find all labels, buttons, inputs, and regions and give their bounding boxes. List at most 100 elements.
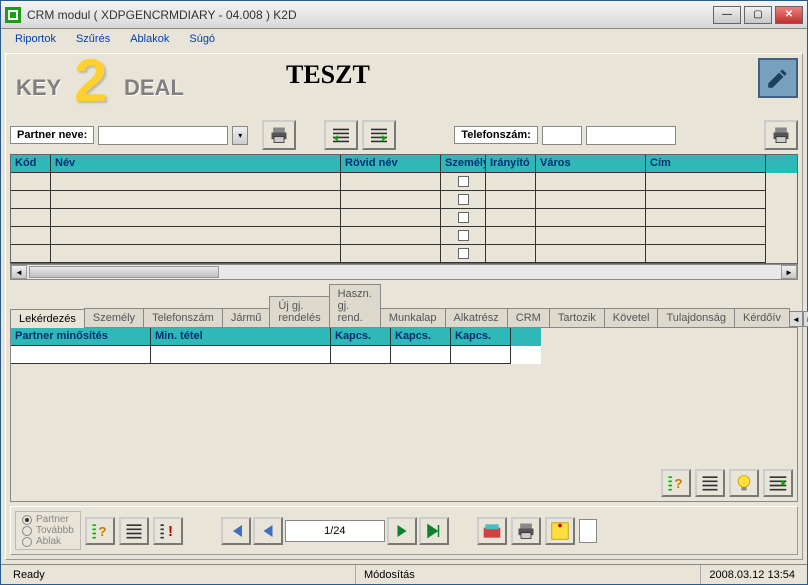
- grid-col-header[interactable]: Város: [536, 155, 646, 173]
- scroll-left-icon[interactable]: ◄: [11, 265, 27, 279]
- pager-next-button[interactable]: [387, 517, 417, 545]
- grid-cell[interactable]: [341, 191, 441, 209]
- grid-cell[interactable]: [441, 227, 486, 245]
- tab-szem-ly[interactable]: Személy: [84, 308, 144, 327]
- tab-crm[interactable]: CRM: [507, 308, 550, 327]
- checkbox[interactable]: [458, 194, 469, 205]
- grid-cell[interactable]: [441, 173, 486, 191]
- grid-cell[interactable]: [441, 191, 486, 209]
- idea-button[interactable]: [729, 469, 759, 497]
- tab-tulajdons-g[interactable]: Tulajdonság: [657, 308, 735, 327]
- grid-row[interactable]: [11, 245, 797, 263]
- grid-cell[interactable]: [646, 209, 766, 227]
- grid-cell[interactable]: [536, 191, 646, 209]
- grid-cell[interactable]: [11, 209, 51, 227]
- grid-cell[interactable]: [646, 191, 766, 209]
- scroll-right-icon[interactable]: ►: [781, 265, 797, 279]
- footer-small-input[interactable]: [579, 519, 597, 543]
- subgrid-cell[interactable]: [391, 346, 451, 364]
- grid-cell[interactable]: [441, 209, 486, 227]
- tab-munkalap[interactable]: Munkalap: [380, 308, 446, 327]
- footer-folder-button[interactable]: [477, 517, 507, 545]
- grid-cell[interactable]: [486, 227, 536, 245]
- grid-cell[interactable]: [11, 245, 51, 263]
- grid-cell[interactable]: [536, 245, 646, 263]
- menu-ablakok[interactable]: Ablakok: [122, 31, 177, 47]
- tab-telefonsz-m[interactable]: Telefonszám: [143, 308, 223, 327]
- tab-j-rm-[interactable]: Jármű: [222, 308, 271, 327]
- grid-cell[interactable]: [51, 245, 341, 263]
- grid-row[interactable]: [11, 191, 797, 209]
- checkbox[interactable]: [458, 230, 469, 241]
- pager-first-button[interactable]: [221, 517, 251, 545]
- grid-row[interactable]: [11, 209, 797, 227]
- subgrid-cell[interactable]: [11, 346, 151, 364]
- footer-alert-button[interactable]: !: [153, 517, 183, 545]
- maximize-button[interactable]: ▢: [744, 6, 772, 24]
- grid-row[interactable]: [11, 173, 797, 191]
- subgrid-col-header[interactable]: Kapcs.: [331, 328, 391, 346]
- grid-col-header[interactable]: Személy: [441, 155, 486, 173]
- export-right-button[interactable]: [763, 469, 793, 497]
- grid-cell[interactable]: [441, 245, 486, 263]
- grid-cell[interactable]: [536, 209, 646, 227]
- checkbox[interactable]: [458, 212, 469, 223]
- partner-name-input[interactable]: [98, 126, 228, 145]
- grid-cell[interactable]: [11, 227, 51, 245]
- grid-col-header[interactable]: Kód: [11, 155, 51, 173]
- tab-k-rd-v[interactable]: Kérdőív: [734, 308, 790, 327]
- grid-cell[interactable]: [51, 173, 341, 191]
- tab-scroll-right[interactable]: ►: [803, 311, 808, 327]
- list-button[interactable]: [695, 469, 725, 497]
- subgrid-col-header[interactable]: Min. tétel: [151, 328, 331, 346]
- grid-cell[interactable]: [341, 173, 441, 191]
- telefon-input-1[interactable]: [542, 126, 582, 145]
- pager-prev-button[interactable]: [253, 517, 283, 545]
- grid-cell[interactable]: [51, 227, 341, 245]
- subgrid-col-header[interactable]: Partner minősítés: [11, 328, 151, 346]
- subgrid-cell[interactable]: [331, 346, 391, 364]
- menu-sugo[interactable]: Súgó: [181, 31, 223, 47]
- sort-right-button[interactable]: [362, 120, 396, 150]
- subgrid-cell[interactable]: [151, 346, 331, 364]
- grid-col-header[interactable]: Rövid név: [341, 155, 441, 173]
- grid-cell[interactable]: [646, 173, 766, 191]
- grid-cell[interactable]: [536, 173, 646, 191]
- grid-col-header[interactable]: Irányító: [486, 155, 536, 173]
- tab-alkatr-sz[interactable]: Alkatrész: [445, 308, 508, 327]
- footer-print-button[interactable]: [511, 517, 541, 545]
- edit-button[interactable]: [758, 58, 798, 98]
- grid-cell[interactable]: [51, 191, 341, 209]
- print-button-1[interactable]: [262, 120, 296, 150]
- tab-scroll-left[interactable]: ◄: [789, 311, 803, 327]
- tab-haszn-gj-rend-[interactable]: Haszn. gj. rend.: [329, 284, 381, 327]
- tab-tartozik[interactable]: Tartozik: [549, 308, 605, 327]
- grid-cell[interactable]: [536, 227, 646, 245]
- grid-cell[interactable]: [646, 227, 766, 245]
- checkbox[interactable]: [458, 248, 469, 259]
- menu-riportok[interactable]: Riportok: [7, 31, 64, 47]
- grid-cell[interactable]: [486, 245, 536, 263]
- checkbox[interactable]: [458, 176, 469, 187]
- grid-col-header[interactable]: Név: [51, 155, 341, 173]
- grid-cell[interactable]: [51, 209, 341, 227]
- grid-row[interactable]: [11, 227, 797, 245]
- grid-cell[interactable]: [341, 245, 441, 263]
- tab-lek-rdez-s[interactable]: Lekérdezés: [10, 309, 85, 328]
- pager-last-button[interactable]: [419, 517, 449, 545]
- telefon-input-2[interactable]: [586, 126, 676, 145]
- tab-k-vetel[interactable]: Követel: [604, 308, 659, 327]
- sort-left-button[interactable]: [324, 120, 358, 150]
- grid-cell[interactable]: [341, 209, 441, 227]
- menu-szures[interactable]: Szűrés: [68, 31, 118, 47]
- radio-ablak[interactable]: Ablak: [22, 536, 74, 547]
- grid-col-header[interactable]: Cím: [646, 155, 766, 173]
- minimize-button[interactable]: —: [713, 6, 741, 24]
- footer-list-button[interactable]: [119, 517, 149, 545]
- tab--j-gj-rendel-s[interactable]: Új gj. rendelés: [269, 296, 329, 327]
- grid-cell[interactable]: [11, 173, 51, 191]
- radio-továbbb[interactable]: Továbbb: [22, 525, 74, 536]
- subgrid-cell[interactable]: [451, 346, 511, 364]
- subgrid-col-header[interactable]: Kapcs.: [391, 328, 451, 346]
- subgrid-col-header[interactable]: Kapcs.: [451, 328, 511, 346]
